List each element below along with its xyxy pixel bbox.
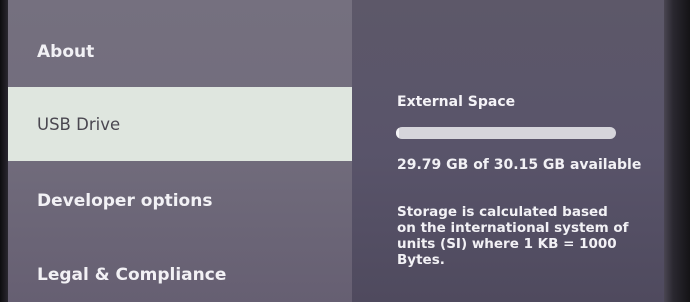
menu-item-label: About	[37, 42, 95, 62]
right-bezel	[664, 0, 690, 302]
tv-screen: About USB Drive Developer options Legal …	[0, 0, 690, 302]
menu-item-label: Legal & Compliance	[37, 265, 227, 285]
menu-item-developer-options[interactable]: Developer options	[8, 182, 352, 220]
menu-item-legal-compliance[interactable]: Legal & Compliance	[8, 256, 352, 294]
storage-used-fill	[396, 127, 400, 139]
storage-available-text: 29.79 GB of 30.15 GB available	[397, 157, 642, 173]
storage-progress-bar	[396, 127, 616, 139]
menu-item-label: Developer options	[37, 191, 213, 211]
menu-item-usb-drive[interactable]: USB Drive	[8, 87, 352, 161]
left-bezel	[0, 0, 8, 302]
menu-item-label: USB Drive	[37, 114, 121, 134]
external-space-title: External Space	[397, 94, 516, 110]
storage-info-text: Storage is calculated based on the inter…	[397, 204, 629, 268]
menu-item-about[interactable]: About	[8, 34, 352, 70]
